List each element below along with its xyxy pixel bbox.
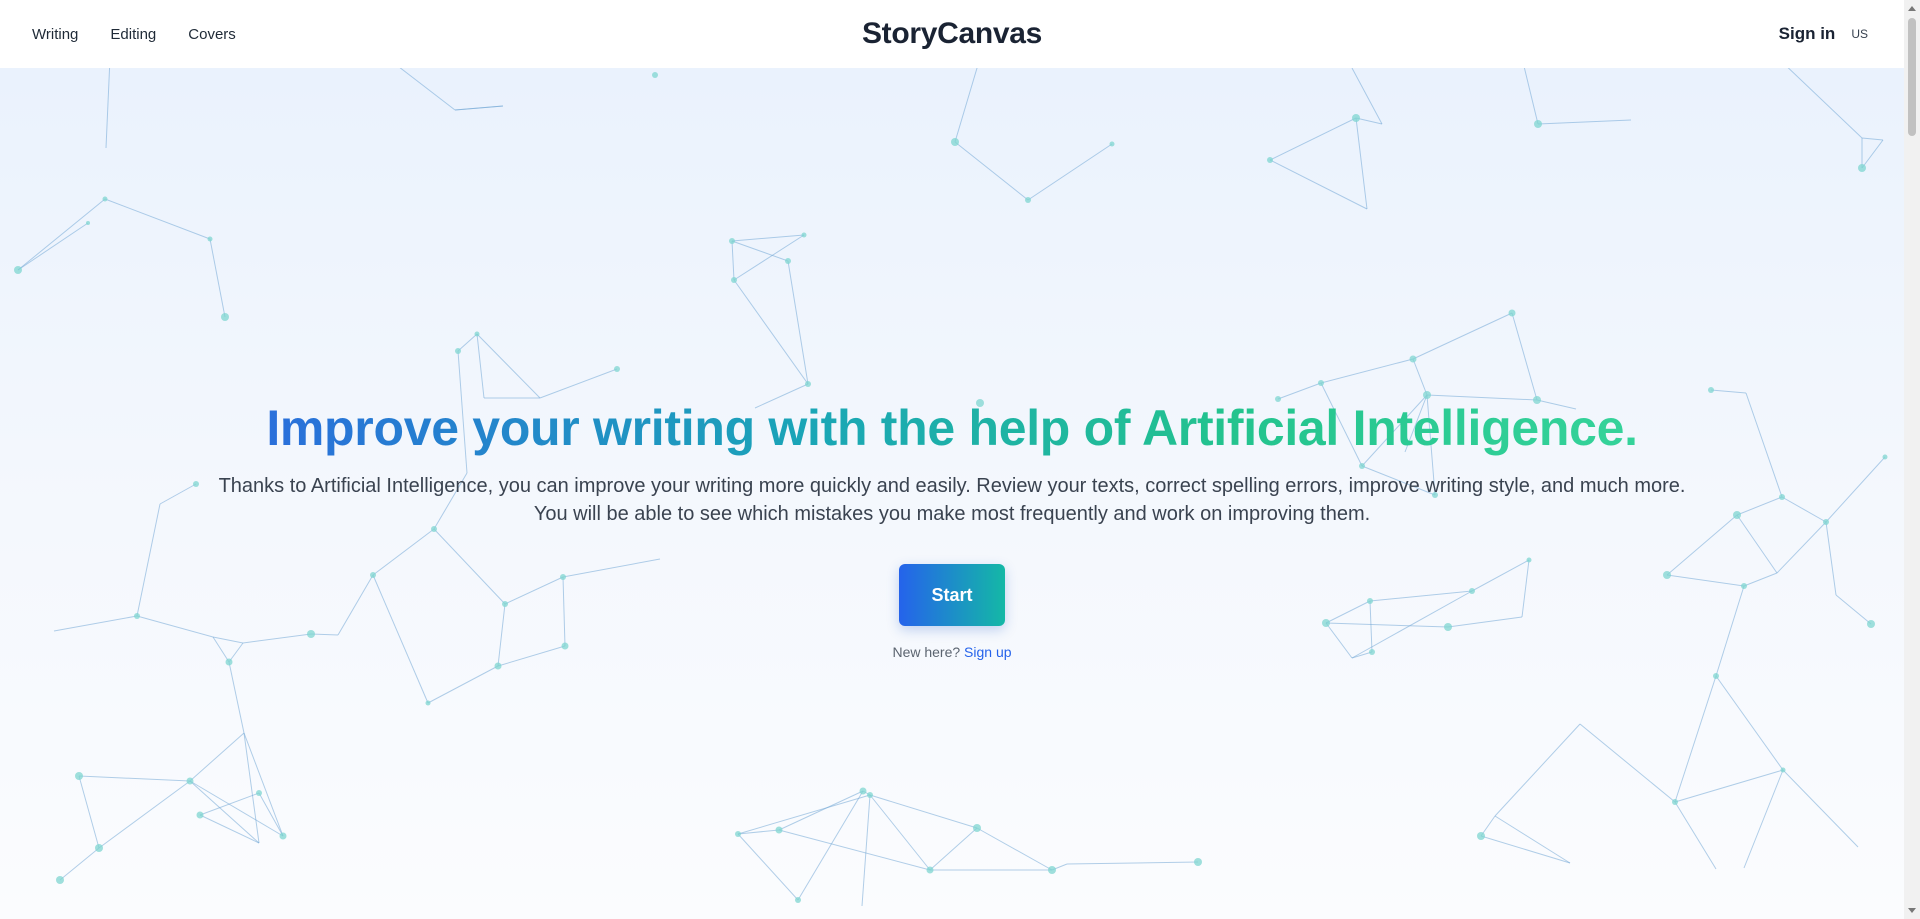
hero-section: Improve your writing with the help of Ar… (0, 68, 1904, 919)
hero-content: Improve your writing with the help of Ar… (0, 398, 1904, 660)
signup-prompt-row: New here? Sign up (0, 644, 1904, 660)
account-area: Sign in US (1779, 0, 1868, 68)
page-scrollbar[interactable] (1904, 0, 1920, 919)
locale-selector[interactable]: US (1851, 27, 1868, 41)
scroll-thumb[interactable] (1908, 18, 1916, 136)
sign-up-link[interactable]: Sign up (964, 644, 1011, 660)
scroll-up-icon[interactable] (1908, 6, 1916, 11)
hero-subtitle: Thanks to Artificial Intelligence, you c… (218, 475, 1686, 525)
brand-logo[interactable]: StoryCanvas (862, 17, 1042, 51)
primary-nav: Writing Editing Covers (32, 0, 236, 68)
scroll-down-icon[interactable] (1908, 908, 1916, 913)
brand-logo-container: StoryCanvas (0, 0, 1904, 68)
sign-in-link[interactable]: Sign in (1779, 24, 1836, 44)
start-button[interactable]: Start (899, 564, 1005, 626)
hero-headline: Improve your writing with the help of Ar… (266, 400, 1638, 456)
signup-prompt-text: New here? (892, 644, 961, 660)
nav-link-writing[interactable]: Writing (32, 26, 78, 43)
top-navigation-bar: Writing Editing Covers StoryCanvas Sign … (0, 0, 1904, 68)
nav-link-editing[interactable]: Editing (110, 26, 156, 43)
nav-link-covers[interactable]: Covers (188, 26, 236, 43)
